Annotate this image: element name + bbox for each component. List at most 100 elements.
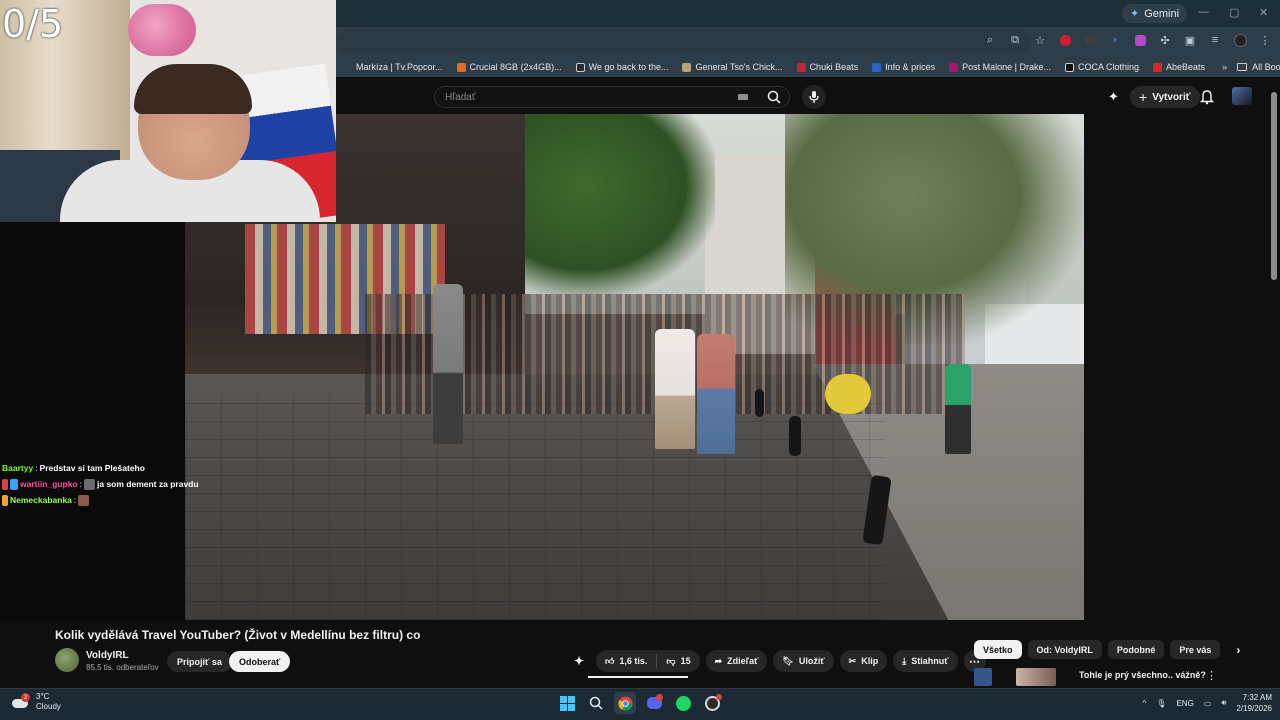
more-vert-icon[interactable]: ⋮	[1206, 669, 1217, 682]
channel-name[interactable]: VoldyIRL	[86, 650, 129, 661]
close-icon[interactable]: ✕	[1259, 6, 1268, 19]
share-button[interactable]: ➦ Zdieľať	[705, 650, 768, 672]
dislike-count: 15	[680, 656, 691, 666]
chat-username: Baartyy	[2, 463, 34, 473]
emote-icon	[84, 478, 95, 490]
save-button[interactable]: 🔖︎ Uložiť	[773, 650, 834, 672]
extension-icon[interactable]	[1133, 33, 1147, 47]
subscribe-button[interactable]: Odoberať	[229, 651, 291, 672]
extension-icon[interactable]	[1083, 33, 1097, 47]
search-button[interactable]	[585, 692, 607, 714]
chat-text: ja som dement za pravdu	[97, 479, 199, 489]
save-label: Uložiť	[798, 656, 825, 666]
volume-icon[interactable]: 🔊︎	[1221, 698, 1226, 708]
join-button[interactable]: Pripojiť sa	[167, 651, 232, 672]
taskbar-apps	[556, 692, 723, 714]
puzzle-icon[interactable]: ✣	[1158, 33, 1172, 47]
download-button[interactable]: ⤓ Stiahnuť	[893, 650, 958, 672]
bookmark-item[interactable]: We go back to the...	[569, 62, 676, 72]
chat-separator: :	[35, 463, 38, 473]
bookmark-favicon	[1153, 62, 1163, 72]
zoom-icon[interactable]: ⌕	[983, 33, 997, 47]
language-indicator[interactable]: ENG	[1176, 699, 1193, 708]
recommendation-thumbnail[interactable]	[1016, 668, 1056, 686]
sparkle-icon: ✦	[573, 654, 585, 668]
account-avatar[interactable]	[1232, 87, 1252, 105]
chevron-right-icon[interactable]: ›	[1226, 643, 1240, 657]
discord-app[interactable]	[643, 692, 665, 714]
page-scrollbar[interactable]	[1271, 92, 1277, 280]
video-scene	[697, 334, 735, 454]
profile-avatar[interactable]	[1233, 33, 1247, 47]
scissors-icon: ✂	[848, 655, 857, 666]
bookmark-label: We go back to the...	[588, 62, 669, 72]
emote-icon	[78, 494, 90, 506]
bookmark-item[interactable]: Markíza | Tv.Popcor...	[336, 62, 450, 72]
network-icon[interactable]: ▭	[1204, 699, 1212, 708]
bookmark-item[interactable]: General Tso's Chick...	[675, 62, 789, 72]
bookmark-label: COCA Clothing	[1078, 62, 1140, 72]
extension-icon[interactable]	[1058, 33, 1072, 47]
chat-message: Baartyy : Predstav si tam Plešateho	[2, 460, 212, 476]
chip-from-channel[interactable]: Od: VoldyIRL	[1027, 640, 1102, 659]
video-scene	[755, 389, 764, 417]
chrome-app[interactable]	[614, 692, 636, 714]
all-bookmarks-button[interactable]: All Bookmarks	[1237, 62, 1280, 72]
bookmark-star-icon[interactable]: ☆	[1033, 33, 1047, 47]
bookmark-favicon	[1065, 62, 1074, 72]
recommendation-thumbnail[interactable]	[974, 668, 992, 686]
recommendation-chips: Všetko Od: VoldyIRL Podobné Pre vás ›	[974, 640, 1240, 659]
minimize-icon[interactable]: —	[1198, 6, 1209, 18]
microphone-icon[interactable]: 🎙︎	[1156, 699, 1166, 708]
channel-avatar[interactable]	[55, 648, 79, 672]
bookmark-item[interactable]: Post Malone | Drake...	[942, 62, 1058, 72]
spotify-app[interactable]	[672, 692, 694, 714]
bookmark-favicon	[872, 62, 882, 72]
chevron-up-icon[interactable]: ^	[1143, 699, 1147, 708]
bookmark-item[interactable]: Info & prices	[865, 62, 942, 72]
like-ratio-bar	[588, 676, 688, 678]
chip-all[interactable]: Všetko	[974, 640, 1022, 659]
chat-username: wartiin_gupko	[20, 479, 78, 489]
start-button[interactable]	[556, 692, 578, 714]
weather-widget[interactable]: 2 3°C Cloudy	[12, 692, 61, 712]
obs-app[interactable]	[701, 692, 723, 714]
maximize-icon[interactable]: ▢	[1229, 6, 1239, 19]
bookmark-item[interactable]: Chuki Beats	[790, 62, 866, 72]
reading-list-icon[interactable]: ≡	[1208, 33, 1222, 47]
extension-badge	[1134, 34, 1146, 46]
create-button[interactable]: + Vytvoriť	[1130, 86, 1200, 108]
bookmarks-overflow-icon[interactable]: »	[1212, 62, 1237, 72]
install-icon[interactable]: ⧉	[1008, 33, 1022, 47]
like-button[interactable]: 👍︎ 1,6 tis.	[596, 650, 656, 672]
sparkle-icon[interactable]: ✦	[1108, 89, 1119, 105]
chat-message: wartiin_gupko : ja som dement za pravdu	[2, 476, 212, 492]
chip-for-you[interactable]: Pre vás	[1170, 640, 1221, 659]
ask-sparkle-button[interactable]: ✦	[568, 650, 590, 672]
bookmark-item[interactable]: AbeBeats	[1146, 62, 1212, 72]
extension-icon[interactable]: ◗	[1108, 33, 1122, 47]
bookmark-item[interactable]: COCA Clothing	[1058, 62, 1146, 72]
keyboard-icon[interactable]	[738, 94, 748, 100]
windows-icon	[559, 695, 575, 711]
weather-text: 3°C Cloudy	[36, 692, 61, 712]
address-bar[interactable]	[336, 31, 1031, 53]
chat-separator: :	[79, 479, 82, 489]
dislike-button[interactable]: 👎︎ 15	[657, 650, 699, 672]
recommendation-title[interactable]: Tohle je prý všechno.. vážně?	[1079, 670, 1206, 680]
chat-overlay-background	[0, 222, 185, 620]
clock[interactable]: 7:32 AM 2/19/2026	[1236, 692, 1272, 714]
folder-icon	[1237, 63, 1248, 71]
search-button[interactable]	[758, 87, 790, 107]
clip-button[interactable]: ✂ Klip	[839, 650, 888, 672]
bookmark-item[interactable]: Crucial 8GB (2x4GB)...	[450, 62, 569, 72]
system-tray: ^ 🎙︎ ENG ▭ 🔊︎ 7:32 AM 2/19/2026	[1143, 692, 1272, 714]
search-input[interactable]: Hľadať	[434, 86, 790, 108]
voice-search-button[interactable]	[802, 85, 826, 109]
tab-search-icon[interactable]: ▣	[1183, 33, 1197, 47]
menu-icon[interactable]: ⋮	[1258, 33, 1272, 47]
gemini-button[interactable]: ✦ Gemini	[1122, 4, 1188, 23]
bookmark-label: Post Malone | Drake...	[962, 62, 1051, 72]
chip-related[interactable]: Podobné	[1107, 640, 1165, 659]
bell-icon[interactable]	[1199, 89, 1215, 105]
